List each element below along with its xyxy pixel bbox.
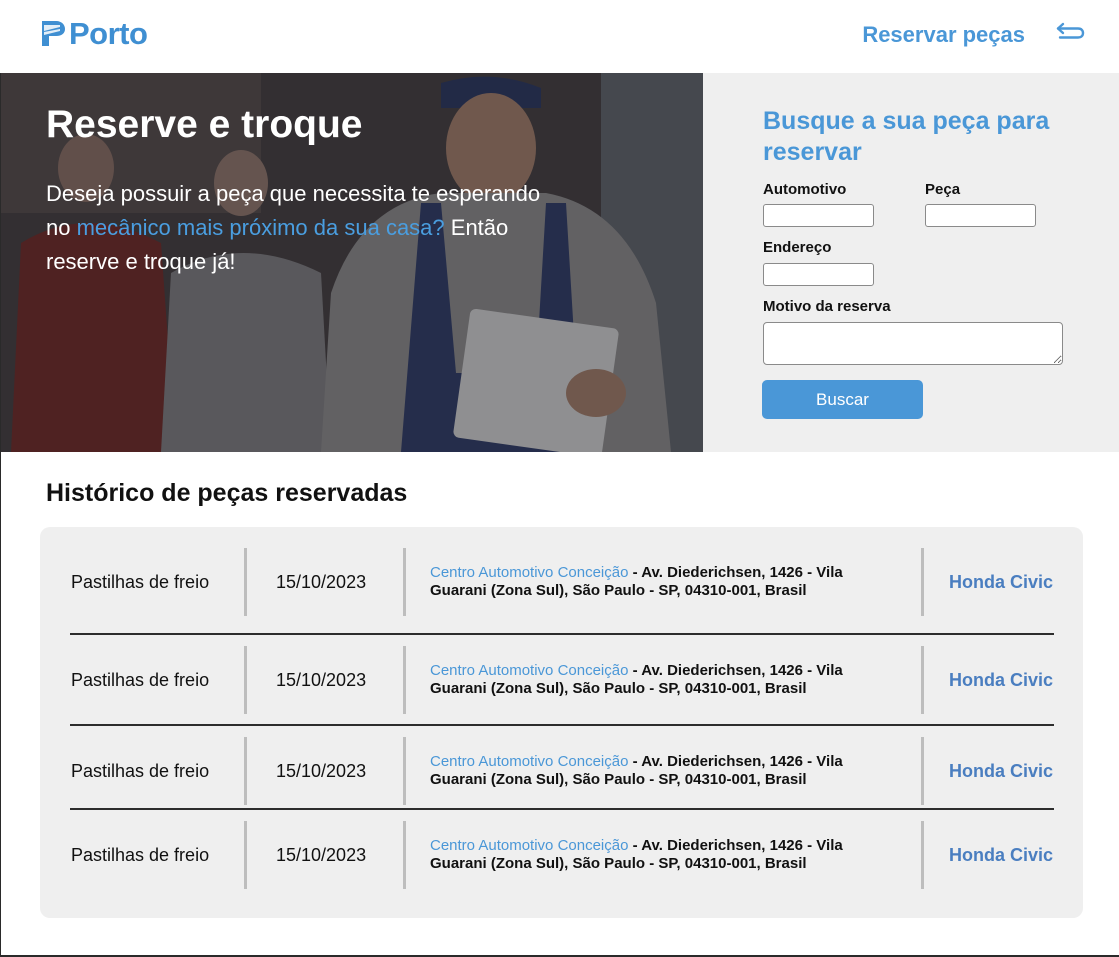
- endereco-input[interactable]: [763, 263, 874, 286]
- reservation-date: 15/10/2023: [276, 669, 367, 690]
- part-name: Pastilhas de freio: [71, 760, 210, 781]
- table-row[interactable]: Pastilhas de freio 15/10/2023 Centro Aut…: [40, 737, 1083, 805]
- motivo-textarea[interactable]: [763, 322, 1063, 365]
- hero-title: Reserve e troque: [46, 103, 363, 146]
- column-divider: [403, 646, 406, 714]
- column-divider: [921, 548, 924, 616]
- search-title: Busque a sua peça para reservar: [763, 107, 1050, 166]
- part-name: Pastilhas de freio: [71, 669, 210, 690]
- automotivo-input[interactable]: [763, 204, 874, 227]
- workshop-address: Centro Automotivo Conceição - Av. Dieder…: [430, 646, 900, 714]
- workshop-name[interactable]: Centro Automotivo Conceição: [430, 837, 628, 854]
- row-divider: [70, 633, 1054, 635]
- column-divider: [921, 737, 924, 805]
- reservation-date: 15/10/2023: [276, 760, 367, 781]
- peca-label: Peça: [925, 181, 961, 198]
- history-title: Histórico de peças reservadas: [46, 479, 408, 507]
- top-header: Porto Reservar peças: [0, 0, 1119, 73]
- column-divider: [921, 821, 924, 889]
- column-divider: [244, 548, 247, 616]
- search-panel: Busque a sua peça para reservar Automoti…: [703, 73, 1119, 452]
- workshop-address: Centro Automotivo Conceição - Av. Dieder…: [430, 821, 900, 889]
- porto-logo[interactable]: Porto: [40, 16, 148, 51]
- column-divider: [244, 737, 247, 805]
- column-divider: [403, 821, 406, 889]
- history-table: Pastilhas de freio 15/10/2023 Centro Aut…: [40, 527, 1083, 918]
- row-divider: [70, 808, 1054, 810]
- column-divider: [403, 737, 406, 805]
- workshop-name[interactable]: Centro Automotivo Conceição: [430, 662, 628, 679]
- motivo-label: Motivo da reserva: [763, 298, 891, 315]
- porto-logo-icon: [42, 21, 65, 46]
- car-model[interactable]: Honda Civic: [949, 737, 1053, 805]
- hero-description: Deseja possuir a peça que necessita te e…: [46, 177, 556, 279]
- workshop-address: Centro Automotivo Conceição - Av. Dieder…: [430, 737, 900, 805]
- workshop-name[interactable]: Centro Automotivo Conceição: [430, 564, 628, 581]
- column-divider: [244, 821, 247, 889]
- hero-text-highlight: mecânico mais próximo da sua casa?: [76, 215, 445, 240]
- reservation-date: 15/10/2023: [276, 844, 367, 865]
- part-name: Pastilhas de freio: [71, 571, 210, 592]
- table-row[interactable]: Pastilhas de freio 15/10/2023 Centro Aut…: [40, 821, 1083, 889]
- logout-arrow-icon[interactable]: [1054, 20, 1086, 44]
- table-row[interactable]: Pastilhas de freio 15/10/2023 Centro Aut…: [40, 646, 1083, 714]
- reservation-date: 15/10/2023: [276, 571, 367, 592]
- part-name: Pastilhas de freio: [71, 844, 210, 865]
- logo-text: Porto: [69, 16, 148, 51]
- workshop-name[interactable]: Centro Automotivo Conceição: [430, 753, 628, 770]
- row-divider: [70, 724, 1054, 726]
- column-divider: [244, 646, 247, 714]
- buscar-button[interactable]: Buscar: [762, 380, 923, 419]
- endereco-label: Endereço: [763, 239, 832, 256]
- car-model[interactable]: Honda Civic: [949, 548, 1053, 616]
- workshop-address: Centro Automotivo Conceição - Av. Dieder…: [430, 548, 900, 616]
- car-model[interactable]: Honda Civic: [949, 646, 1053, 714]
- automotivo-label: Automotivo: [763, 181, 847, 198]
- peca-input[interactable]: [925, 204, 1036, 227]
- column-divider: [921, 646, 924, 714]
- table-row[interactable]: Pastilhas de freio 15/10/2023 Centro Aut…: [40, 548, 1083, 616]
- reservar-pecas-link[interactable]: Reservar peças: [862, 22, 1025, 48]
- car-model[interactable]: Honda Civic: [949, 821, 1053, 889]
- hero-banner: Reserve e troque Deseja possuir a peça q…: [1, 73, 703, 452]
- column-divider: [403, 548, 406, 616]
